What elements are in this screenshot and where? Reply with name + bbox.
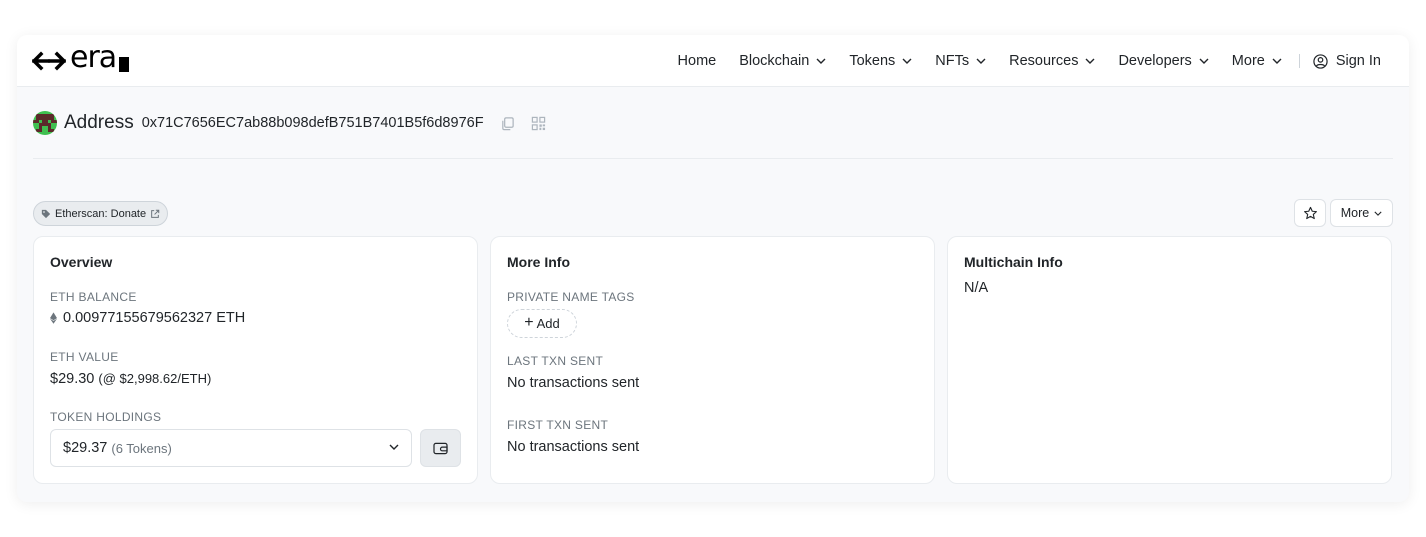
chevron-down-icon xyxy=(902,58,912,64)
era-logo[interactable]: era xyxy=(32,40,130,75)
last-txn-value: No transactions sent xyxy=(507,375,640,391)
more-actions-label: More xyxy=(1340,206,1370,220)
pixel-avatar-icon xyxy=(33,111,57,135)
nav-item-home[interactable]: Home xyxy=(678,53,717,69)
star-icon xyxy=(1303,206,1317,219)
copy-button[interactable] xyxy=(500,116,515,131)
ethereum-icon xyxy=(50,312,57,324)
favorite-button[interactable] xyxy=(1294,199,1326,227)
more-actions-button[interactable]: More xyxy=(1330,199,1393,227)
wallet-icon xyxy=(433,442,448,454)
sign-in-label: Sign In xyxy=(1335,53,1381,69)
chevron-down-icon xyxy=(976,58,986,64)
logo-text: era xyxy=(70,40,117,75)
nav-item-developers[interactable]: Developers xyxy=(1118,53,1209,69)
chevron-down-icon xyxy=(1085,58,1095,64)
card-title: Overview xyxy=(50,254,113,270)
main-nav: Home Blockchain Tokens NFTs Resources De… xyxy=(655,35,1381,87)
qr-code-button[interactable] xyxy=(531,116,546,131)
name-tag-badge[interactable]: Etherscan: Donate xyxy=(33,201,169,226)
nav-item-resources[interactable]: Resources xyxy=(1009,53,1095,69)
address-header: Address 0x71C7656EC7ab88b098defB751B7401… xyxy=(33,110,546,136)
token-holdings-value: $29.37 xyxy=(63,440,108,456)
token-holdings-dropdown[interactable]: $29.37 (6 Tokens) xyxy=(50,429,412,467)
token-holdings-label: TOKEN HOLDINGS xyxy=(50,410,162,424)
nav-separator xyxy=(1298,54,1300,68)
add-label: Add xyxy=(536,316,560,331)
top-navbar: era Home Blockchain Tokens NFTs Resource… xyxy=(17,35,1409,87)
multichain-value: N/A xyxy=(964,280,989,296)
page-frame: era Home Blockchain Tokens NFTs Resource… xyxy=(17,35,1409,502)
multichain-info-card: Multichain Info N/A xyxy=(947,236,1392,484)
nav-item-label: More xyxy=(1231,53,1265,69)
copy-icon xyxy=(501,116,514,130)
overview-card: Overview ETH BALANCE 0.00977155679562327… xyxy=(33,236,478,484)
sign-in-link[interactable]: Sign In xyxy=(1313,53,1381,69)
tag-label: Etherscan: Donate xyxy=(55,207,147,220)
logo-arrows-icon xyxy=(32,51,66,71)
nav-item-blockchain[interactable]: Blockchain xyxy=(739,53,826,69)
nav-item-label: Tokens xyxy=(849,53,896,69)
address-avatar xyxy=(33,111,57,135)
card-title: More Info xyxy=(507,254,570,270)
nav-item-nfts[interactable]: NFTs xyxy=(935,53,986,69)
chevron-down-icon xyxy=(816,58,826,64)
nav-item-more[interactable]: More xyxy=(1232,53,1282,69)
token-wallet-button[interactable] xyxy=(420,429,461,467)
address-hash: 0x71C7656EC7ab88b098defB751B7401B5f6d897… xyxy=(141,115,484,131)
eth-value-rate: (@ $2,998.62/ETH) xyxy=(98,371,212,386)
chevron-down-icon xyxy=(389,444,399,450)
nav-item-label: Home xyxy=(677,53,717,69)
logo-block xyxy=(119,56,130,72)
nav-item-label: NFTs xyxy=(935,53,970,69)
card-title: Multichain Info xyxy=(964,254,1063,270)
nav-item-label: Developers xyxy=(1118,53,1192,69)
page-title: Address xyxy=(64,112,134,133)
nav-item-tokens[interactable]: Tokens xyxy=(849,53,912,69)
plus-icon: + xyxy=(524,313,534,331)
tag-icon xyxy=(41,209,51,218)
add-private-tag-button[interactable]: + Add xyxy=(507,309,577,338)
token-holdings-count: (6 Tokens) xyxy=(111,440,172,456)
eth-value-amount: $29.30 xyxy=(50,371,95,387)
private-name-tags-label: PRIVATE NAME TAGS xyxy=(507,290,635,304)
first-txn-value: No transactions sent xyxy=(507,439,640,455)
chevron-down-icon xyxy=(1272,58,1282,64)
last-txn-label: LAST TXN SENT xyxy=(507,354,604,368)
user-circle-icon xyxy=(1313,53,1328,69)
eth-balance-label: ETH BALANCE xyxy=(50,290,137,304)
header-divider xyxy=(33,158,1393,159)
external-link-icon xyxy=(151,209,160,218)
nav-item-label: Resources xyxy=(1009,53,1079,69)
nav-item-label: Blockchain xyxy=(739,53,810,69)
more-info-card: More Info PRIVATE NAME TAGS + Add LAST T… xyxy=(490,236,935,484)
eth-value: $29.30 (@ $2,998.62/ETH) xyxy=(50,371,211,387)
first-txn-label: FIRST TXN SENT xyxy=(507,418,609,432)
eth-balance-amount: 0.00977155679562327 ETH xyxy=(63,310,246,326)
qr-code-icon xyxy=(531,116,545,130)
chevron-down-icon xyxy=(1199,58,1209,64)
eth-balance-value: 0.00977155679562327 ETH xyxy=(50,310,245,326)
eth-value-label: ETH VALUE xyxy=(50,350,119,364)
chevron-down-icon xyxy=(1374,211,1382,216)
